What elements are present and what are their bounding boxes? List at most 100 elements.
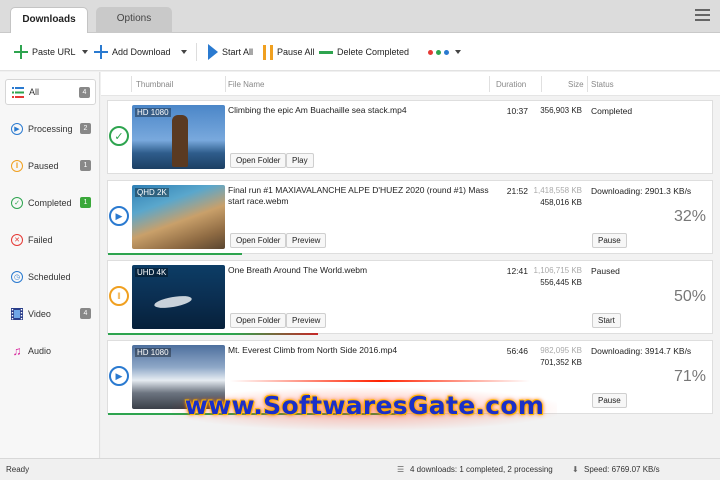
plus-icon <box>94 45 108 59</box>
sidebar-item-paused[interactable]: ‖ Paused 1 <box>5 153 96 179</box>
file-size-downloaded: 458,016 KB <box>540 198 582 207</box>
color-tags-button[interactable] <box>428 33 461 71</box>
film-icon <box>11 308 23 320</box>
tab-downloads[interactable]: Downloads <box>10 7 88 33</box>
sidebar-item-label: Paused <box>28 161 59 171</box>
speed-text: Speed: 6769.07 KB/s <box>584 465 660 474</box>
quality-label: HD 1080 <box>135 108 171 117</box>
toolbar: Paste URL Add Download Start All Pause A… <box>0 33 720 71</box>
menu-icon[interactable] <box>695 9 710 22</box>
chevron-down-icon[interactable] <box>81 50 88 54</box>
summary-icon: ☰ <box>397 465 405 474</box>
file-size-downloaded: 556,445 KB <box>540 278 582 287</box>
status-text: Completed <box>591 106 633 116</box>
download-row[interactable]: ▶ QHD 2K Final run #1 MAXIAVALANCHE ALPE… <box>107 180 713 255</box>
column-size[interactable]: Size <box>568 80 584 89</box>
summary-text: 4 downloads: 1 completed, 2 processing <box>410 465 553 474</box>
status-bar: Ready ☰ 4 downloads: 1 completed, 2 proc… <box>0 458 720 480</box>
watermark: www.SoftwaresGate.com <box>172 388 557 430</box>
column-duration[interactable]: Duration <box>496 80 526 89</box>
quality-label: UHD 4K <box>135 268 169 277</box>
progress-bar <box>108 333 318 335</box>
file-size-total: 1,418,558 KB <box>533 186 582 195</box>
sidebar-item-audio[interactable]: ♫ Audio <box>5 338 96 364</box>
ready-text: Ready <box>6 465 30 474</box>
file-name: One Breath Around The World.webm <box>228 265 368 275</box>
progress-percent: 32% <box>673 208 706 225</box>
pause-all-label: Pause All <box>277 47 315 57</box>
status-text: Downloading: 2901.3 KB/s <box>591 186 692 196</box>
clock-icon: ◷ <box>11 271 23 283</box>
list-header: Thumbnail File Name Duration Size Status <box>101 72 720 96</box>
list-icon <box>12 86 24 98</box>
sidebar-item-processing[interactable]: ▶ Processing 2 <box>5 116 96 142</box>
delete-completed-label: Delete Completed <box>337 47 410 57</box>
download-row[interactable]: ✓ HD 1080 Climbing the epic Am Buachaill… <box>107 100 713 174</box>
minus-icon <box>319 50 333 54</box>
pause-button[interactable]: Pause <box>592 393 627 408</box>
quality-label: HD 1080 <box>135 348 171 357</box>
download-row[interactable]: ‖ UHD 4K One Breath Around The World.web… <box>107 260 713 335</box>
open-folder-button[interactable]: Open Folder <box>230 153 287 168</box>
add-download-label: Add Download <box>112 47 171 57</box>
add-download-button[interactable]: Add Download <box>94 33 187 71</box>
sidebar-item-label: Processing <box>28 124 73 134</box>
sidebar-item-label: All <box>29 87 40 97</box>
sidebar-item-all[interactable]: All 4 <box>5 79 96 105</box>
sidebar-item-label: Failed <box>28 235 53 245</box>
pause-circle-icon: ‖ <box>11 160 23 172</box>
file-size: 356,903 KB <box>540 106 582 115</box>
thumbnail[interactable]: HD 1080 <box>132 105 225 169</box>
watermark-text: www.SoftwaresGate.com <box>184 391 545 420</box>
count-badge: 1 <box>80 197 91 208</box>
pause-all-button[interactable]: Pause All <box>263 33 315 71</box>
watermark-line <box>230 380 530 382</box>
paste-url-button[interactable]: Paste URL <box>14 33 88 71</box>
check-circle-icon: ✓ <box>11 197 23 209</box>
file-name: Final run #1 MAXIAVALANCHE ALPE D'HUEZ 2… <box>228 185 489 206</box>
sidebar-item-video[interactable]: Video 4 <box>5 301 96 327</box>
column-thumbnail[interactable]: Thumbnail <box>136 80 173 89</box>
start-all-label: Start All <box>222 47 254 57</box>
progress-percent: 71% <box>673 368 706 385</box>
preview-button[interactable]: Preview <box>286 233 327 248</box>
start-all-button[interactable]: Start All <box>208 33 253 71</box>
pause-circle-icon: ‖ <box>109 286 129 306</box>
open-folder-button[interactable]: Open Folder <box>230 233 287 248</box>
paste-url-label: Paste URL <box>32 47 76 57</box>
sidebar-item-label: Completed <box>28 198 72 208</box>
pause-button[interactable]: Pause <box>592 233 627 248</box>
file-size-downloaded: 701,352 KB <box>540 358 582 367</box>
chevron-down-icon[interactable] <box>180 50 187 54</box>
play-circle-icon: ▶ <box>109 206 129 226</box>
check-circle-icon: ✓ <box>109 126 129 146</box>
play-circle-icon: ▶ <box>11 123 23 135</box>
sidebar-item-failed[interactable]: ✕ Failed <box>5 227 96 253</box>
delete-completed-button[interactable]: Delete Completed <box>319 33 409 71</box>
thumbnail[interactable]: QHD 2K <box>132 185 225 249</box>
thumbnail[interactable]: UHD 4K <box>132 265 225 329</box>
count-badge: 4 <box>80 308 91 319</box>
progress-bar <box>108 253 242 255</box>
sidebar-item-completed[interactable]: ✓ Completed 1 <box>5 190 96 216</box>
chevron-down-icon <box>455 50 461 54</box>
status-text: Paused <box>591 266 620 276</box>
play-button[interactable]: Play <box>286 153 314 168</box>
plus-icon <box>14 45 28 59</box>
status-text: Downloading: 3914.7 KB/s <box>591 346 692 356</box>
download-arrow-icon: ⬇ <box>572 465 579 474</box>
open-folder-button[interactable]: Open Folder <box>230 313 287 328</box>
file-name: Climbing the epic Am Buachaille sea stac… <box>228 105 407 115</box>
tab-options[interactable]: Options <box>96 7 172 33</box>
sidebar-item-scheduled[interactable]: ◷ Scheduled <box>5 264 96 290</box>
progress-percent: 50% <box>673 288 706 305</box>
preview-button[interactable]: Preview <box>286 313 327 328</box>
sidebar-item-label: Video <box>28 309 51 319</box>
start-button[interactable]: Start <box>592 313 621 328</box>
file-size-total: 1,106,715 KB <box>533 266 582 275</box>
quality-label: QHD 2K <box>135 188 169 197</box>
music-icon: ♫ <box>12 344 22 358</box>
pause-icon <box>263 44 273 60</box>
column-file-name[interactable]: File Name <box>228 80 264 89</box>
column-status[interactable]: Status <box>591 80 614 89</box>
